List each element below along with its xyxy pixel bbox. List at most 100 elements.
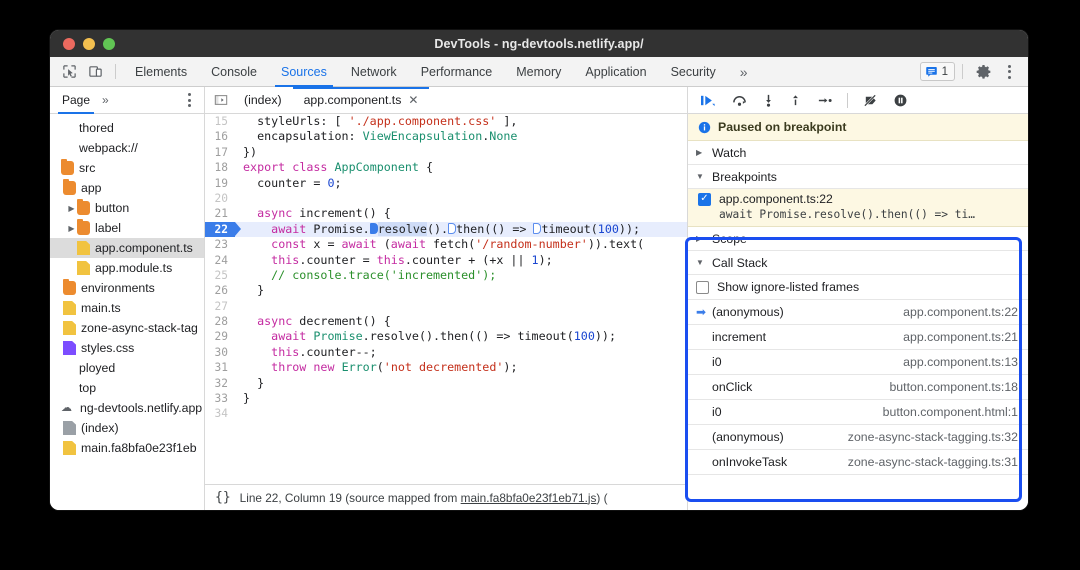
breakpoint-checkbox[interactable]: ✓: [698, 192, 711, 206]
line-number[interactable]: 26: [205, 283, 235, 298]
console-messages-badge[interactable]: 1: [919, 62, 955, 81]
show-navigator-icon[interactable]: [209, 93, 233, 107]
tree-item[interactable]: styles.css: [50, 338, 204, 358]
show-ignore-listed-frames-toggle[interactable]: Show ignore-listed frames: [688, 275, 1028, 300]
code-editor[interactable]: 15 styleUrls: [ './app.component.css' ],…: [205, 114, 687, 484]
line-number[interactable]: 28: [205, 314, 235, 329]
line-number[interactable]: 15: [205, 114, 235, 129]
editor-tab-app-component[interactable]: app.component.ts ✕: [292, 86, 430, 114]
code-line[interactable]: 29 await Promise.resolve().then(() => ti…: [205, 329, 687, 344]
tab-performance[interactable]: Performance: [409, 57, 505, 87]
watch-section[interactable]: ▶ Watch: [688, 141, 1028, 165]
line-number[interactable]: 29: [205, 329, 235, 344]
tree-item[interactable]: zone-async-stack-tag: [50, 318, 204, 338]
line-number[interactable]: 25: [205, 268, 235, 283]
tree-item[interactable]: app.module.ts: [50, 258, 204, 278]
line-number[interactable]: 22: [205, 221, 241, 238]
code-line[interactable]: 28 async decrement() {: [205, 314, 687, 329]
more-tabs-icon[interactable]: »: [728, 57, 760, 87]
tree-item[interactable]: top: [50, 378, 204, 398]
navigator-more-tabs-icon[interactable]: »: [96, 93, 115, 107]
line-number[interactable]: 20: [205, 191, 235, 206]
gear-icon[interactable]: [970, 61, 996, 83]
call-stack-frame[interactable]: i0 button.component.html:1: [688, 400, 1028, 425]
code-line[interactable]: 30 this.counter--;: [205, 345, 687, 360]
tree-item[interactable]: main.ts: [50, 298, 204, 318]
tab-security[interactable]: Security: [659, 57, 728, 87]
kebab-menu-icon[interactable]: [996, 61, 1022, 83]
tree-item[interactable]: environments: [50, 278, 204, 298]
tree-item[interactable]: app: [50, 178, 204, 198]
line-number[interactable]: 19: [205, 176, 235, 191]
tab-sources[interactable]: Sources: [269, 57, 339, 87]
step-out-icon[interactable]: [789, 93, 802, 108]
code-line[interactable]: 25 // console.trace('incremented');: [205, 268, 687, 283]
call-stack-frame[interactable]: i0 app.component.ts:13: [688, 350, 1028, 375]
show-ignore-listed-checkbox[interactable]: [696, 280, 709, 294]
line-number[interactable]: 24: [205, 253, 235, 268]
navigator-tab-page[interactable]: Page: [56, 87, 96, 114]
code-line[interactable]: 19 counter = 0;: [205, 176, 687, 191]
call-stack-frame[interactable]: ➡ (anonymous) app.component.ts:22: [688, 300, 1028, 325]
line-number[interactable]: 17: [205, 145, 235, 160]
close-window-button[interactable]: [63, 37, 75, 50]
tree-item[interactable]: ployed: [50, 358, 204, 378]
tree-item[interactable]: main.fa8bfa0e23f1eb: [50, 438, 204, 458]
call-stack-frames[interactable]: ➡ (anonymous) app.component.ts:22 increment…: [688, 300, 1028, 475]
breakpoint-item[interactable]: ✓ app.component.ts:22 await Promise.reso…: [688, 189, 1028, 227]
line-number[interactable]: 34: [205, 406, 235, 421]
step-over-icon[interactable]: [731, 93, 748, 108]
editor-tab-index[interactable]: (index): [233, 87, 293, 114]
call-stack-frame[interactable]: increment app.component.ts:21: [688, 325, 1028, 350]
call-stack-frame[interactable]: onInvokeTask zone-async-stack-tagging.ts:…: [688, 450, 1028, 475]
line-number[interactable]: 23: [205, 237, 235, 252]
call-stack-header[interactable]: ▼ Call Stack: [688, 251, 1028, 275]
step-icon[interactable]: [816, 93, 833, 108]
pretty-print-icon[interactable]: {}: [215, 490, 231, 505]
tree-item[interactable]: thored: [50, 118, 204, 138]
code-line[interactable]: 20: [205, 191, 687, 206]
call-stack-frame[interactable]: (anonymous) zone-async-stack-tagging.ts:3…: [688, 425, 1028, 450]
code-line[interactable]: 26 }: [205, 283, 687, 298]
tree-item[interactable]: ▶ button: [50, 198, 204, 218]
line-number[interactable]: 33: [205, 391, 235, 406]
tab-network[interactable]: Network: [339, 57, 409, 87]
maximize-window-button[interactable]: [103, 37, 115, 50]
tab-console[interactable]: Console: [199, 57, 269, 87]
tree-item[interactable]: (index): [50, 418, 204, 438]
tree-item[interactable]: ▶ label: [50, 218, 204, 238]
scope-section[interactable]: ▶ Scope: [688, 227, 1028, 251]
line-number[interactable]: 31: [205, 360, 235, 375]
window-controls[interactable]: [50, 37, 115, 50]
inspect-cursor-icon[interactable]: [56, 61, 82, 83]
device-toolbar-icon[interactable]: [82, 61, 108, 83]
close-icon[interactable]: ✕: [408, 93, 418, 107]
tab-application[interactable]: Application: [573, 57, 658, 87]
step-into-icon[interactable]: [762, 93, 775, 108]
code-line[interactable]: 15 styleUrls: [ './app.component.css' ],: [205, 114, 687, 129]
line-number[interactable]: 21: [205, 206, 235, 221]
code-line[interactable]: 32 }: [205, 376, 687, 391]
code-line[interactable]: 16 encapsulation: ViewEncapsulation.None: [205, 129, 687, 144]
code-line[interactable]: 21 async increment() {: [205, 206, 687, 221]
line-number[interactable]: 16: [205, 129, 235, 144]
resume-icon[interactable]: [700, 93, 717, 108]
source-map-link[interactable]: main.fa8bfa0e23f1eb71.js: [461, 491, 597, 505]
tab-elements[interactable]: Elements: [123, 57, 199, 87]
file-tree[interactable]: thored webpack:// src app ▶ button ▶ label app.c…: [50, 114, 204, 510]
line-number[interactable]: 30: [205, 345, 235, 360]
deactivate-breakpoints-icon[interactable]: [862, 93, 879, 108]
code-line-paused[interactable]: 22 await Promise. resolve(). then(() => ti…: [205, 221, 687, 238]
line-number[interactable]: 32: [205, 376, 235, 391]
tree-item[interactable]: app.component.ts: [50, 238, 204, 258]
tree-item[interactable]: src: [50, 158, 204, 178]
code-line[interactable]: 31 throw new Error('not decremented');: [205, 360, 687, 375]
code-line[interactable]: 17}): [205, 145, 687, 160]
tab-memory[interactable]: Memory: [504, 57, 573, 87]
breakpoints-section[interactable]: ▼ Breakpoints: [688, 165, 1028, 189]
minimize-window-button[interactable]: [83, 37, 95, 50]
line-number[interactable]: 18: [205, 160, 235, 175]
pause-on-exceptions-icon[interactable]: [893, 93, 908, 108]
code-line[interactable]: 23 const x = await (await fetch('/random…: [205, 237, 687, 252]
navigator-kebab-menu-icon[interactable]: [180, 89, 198, 111]
